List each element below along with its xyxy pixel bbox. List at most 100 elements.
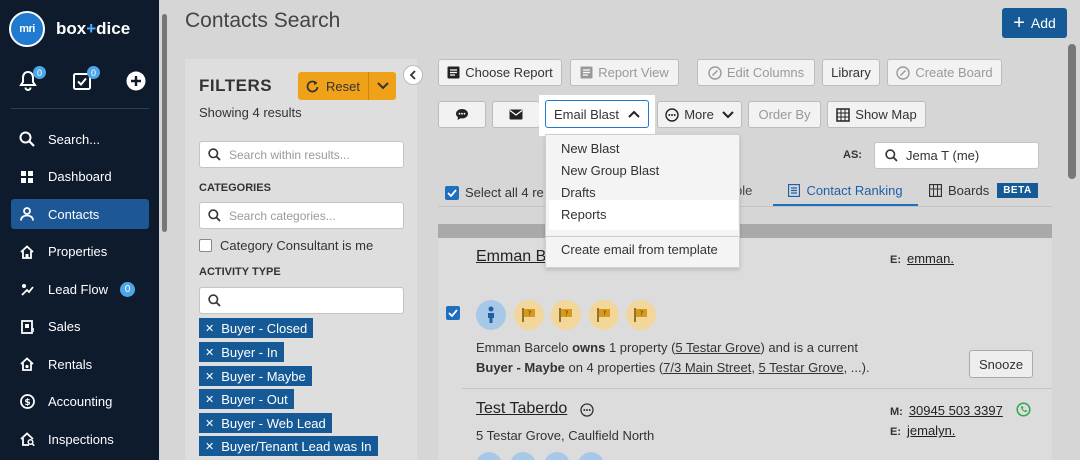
status-icon[interactable] bbox=[510, 452, 536, 460]
sidebar-item-label: Dashboard bbox=[48, 169, 112, 184]
activity-flag-icon[interactable]: ? bbox=[589, 300, 619, 330]
svg-text:?: ? bbox=[565, 310, 569, 318]
sidebar-item-label: Accounting bbox=[48, 394, 113, 409]
status-icon[interactable] bbox=[578, 452, 604, 460]
more-dots-icon[interactable] bbox=[580, 403, 594, 417]
activity-tag[interactable]: ✕ Buyer - Maybe bbox=[199, 366, 312, 386]
notifications-button[interactable]: 0 bbox=[17, 66, 46, 92]
consultant-checkbox-row[interactable]: Category Consultant is me bbox=[199, 238, 373, 253]
remove-tag-icon[interactable]: ✕ bbox=[205, 322, 214, 335]
activity-flag-icon[interactable]: ? bbox=[626, 300, 656, 330]
whatsapp-icon[interactable] bbox=[1016, 402, 1031, 417]
more-dropdown[interactable]: More bbox=[657, 101, 742, 128]
results-count: Showing 4 results bbox=[199, 105, 302, 120]
activity-tag[interactable]: ✕ Buyer - Closed bbox=[199, 318, 314, 338]
remove-tag-icon[interactable]: ✕ bbox=[205, 417, 214, 430]
sidebar-item-dashboard[interactable]: Dashboard bbox=[11, 162, 149, 192]
sidebar-item-contacts[interactable]: Contacts bbox=[11, 199, 149, 229]
sidebar-item-search[interactable]: Search... bbox=[11, 124, 149, 154]
edit-columns-button[interactable]: Edit Columns bbox=[697, 59, 815, 86]
remove-tag-icon[interactable]: ✕ bbox=[205, 440, 214, 453]
boards-icon bbox=[929, 184, 942, 197]
lead-flow-icon bbox=[19, 281, 35, 297]
activity-type-search-input[interactable] bbox=[199, 287, 404, 314]
mobile-link[interactable]: 30945 503 3397 bbox=[909, 403, 1003, 418]
search-within-results-input[interactable]: Search within results... bbox=[199, 141, 404, 168]
property-link[interactable]: 5 Testar Grove bbox=[759, 360, 844, 375]
sidebar-item-sales[interactable]: Sales bbox=[11, 312, 149, 342]
menu-item-create-from-template[interactable]: Create email from template bbox=[561, 242, 718, 257]
select-all-row[interactable]: Select all 4 re bbox=[445, 185, 544, 200]
reset-button[interactable]: Reset bbox=[298, 72, 368, 100]
search-icon bbox=[885, 149, 898, 162]
remove-tag-icon[interactable]: ✕ bbox=[205, 346, 214, 359]
activity-flag-icon[interactable]: ? bbox=[551, 300, 581, 330]
activity-type-label: ACTIVITY TYPE bbox=[199, 266, 281, 278]
consultant-checkbox[interactable] bbox=[199, 239, 212, 252]
create-board-button[interactable]: Create Board bbox=[887, 59, 1002, 86]
chevron-left-icon bbox=[409, 70, 417, 80]
collapse-filters-button[interactable] bbox=[403, 65, 423, 85]
order-by-button[interactable]: Order By bbox=[748, 101, 821, 128]
status-icon[interactable] bbox=[476, 452, 502, 460]
menu-item-reports[interactable]: Reports bbox=[561, 207, 607, 222]
reset-dropdown-button[interactable] bbox=[368, 72, 396, 100]
contact-address: 5 Testar Grove, Caulfield North bbox=[476, 428, 655, 443]
tab-boards[interactable]: Boards BETA bbox=[929, 183, 1038, 198]
sidebar-item-lead-flow[interactable]: Lead Flow 0 bbox=[11, 274, 149, 304]
contact-name-link[interactable]: Emman B bbox=[476, 248, 546, 266]
activity-flag-icon[interactable]: ? bbox=[514, 300, 544, 330]
sidebar-item-label: Properties bbox=[48, 244, 108, 259]
chevron-down-icon bbox=[722, 110, 734, 119]
lead-flow-badge: 0 bbox=[119, 281, 135, 297]
menu-item-new-group-blast[interactable]: New Group Blast bbox=[561, 163, 659, 178]
select-all-checkbox[interactable] bbox=[445, 185, 459, 200]
library-button[interactable]: Library bbox=[822, 59, 880, 86]
create-button[interactable] bbox=[125, 70, 147, 92]
contact-summary-line: Buyer - Maybe on 4 properties (7/3 Main … bbox=[476, 360, 870, 375]
search-categories-placeholder: Search categories... bbox=[229, 208, 336, 223]
categories-label: CATEGORIES bbox=[199, 182, 271, 194]
remove-tag-icon[interactable]: ✕ bbox=[205, 393, 214, 406]
report-icon bbox=[447, 66, 460, 79]
activity-tag[interactable]: ✕ Buyer - In bbox=[199, 342, 284, 362]
menu-item-new-blast[interactable]: New Blast bbox=[561, 141, 620, 156]
contact-select-checkbox[interactable] bbox=[446, 306, 460, 320]
status-icon[interactable] bbox=[544, 452, 570, 460]
add-button[interactable]: + Add bbox=[1002, 8, 1067, 38]
report-view-button[interactable]: Report View bbox=[570, 59, 679, 86]
reset-icon bbox=[306, 80, 319, 93]
snooze-button[interactable]: Snooze bbox=[969, 350, 1033, 378]
as-user-input[interactable]: Jema T (me) bbox=[874, 142, 1039, 169]
property-link[interactable]: 7/3 Main Street bbox=[663, 360, 751, 375]
person-status-icon[interactable] bbox=[476, 300, 506, 330]
activity-tag[interactable]: ✕ Buyer - Web Lead bbox=[199, 413, 332, 433]
sidebar-item-properties[interactable]: Properties bbox=[11, 237, 149, 267]
list-header-divider bbox=[438, 206, 1052, 207]
tab-contact-ranking[interactable]: Contact Ranking bbox=[773, 177, 918, 206]
sidebar-item-accounting[interactable]: $ Accounting bbox=[11, 387, 149, 417]
logo-name: box+dice bbox=[56, 19, 131, 38]
show-map-button[interactable]: Show Map bbox=[827, 101, 926, 128]
main-scrollbar[interactable] bbox=[1068, 44, 1076, 179]
remove-tag-icon[interactable]: ✕ bbox=[205, 370, 214, 383]
app-logo[interactable]: mri box+dice bbox=[9, 11, 130, 47]
activity-tag[interactable]: ✕ Buyer - Out bbox=[199, 389, 294, 409]
contact-name-link[interactable]: Test Taberdo bbox=[476, 400, 567, 418]
activity-tag[interactable]: ✕ Buyer/Tenant Lead was In bbox=[199, 436, 378, 456]
tasks-button[interactable]: 0 bbox=[71, 66, 100, 92]
email-button[interactable] bbox=[492, 101, 540, 128]
sidebar-nav: Search... Dashboard Contacts Properties … bbox=[11, 124, 149, 460]
beta-badge: BETA bbox=[997, 183, 1038, 198]
sms-button[interactable] bbox=[438, 101, 486, 128]
menu-item-drafts[interactable]: Drafts bbox=[561, 185, 596, 200]
email-blast-dropdown[interactable]: Email Blast bbox=[545, 100, 649, 128]
email-link[interactable]: jemalyn. bbox=[907, 423, 955, 438]
sidebar-item-rentals[interactable]: Rentals bbox=[11, 349, 149, 379]
property-link[interactable]: 5 Testar Grove bbox=[675, 340, 760, 355]
search-categories-input[interactable]: Search categories... bbox=[199, 202, 404, 229]
email-link[interactable]: emman. bbox=[907, 251, 954, 266]
choose-report-button[interactable]: Choose Report bbox=[438, 59, 562, 86]
sidebar-item-inspections[interactable]: Inspections bbox=[11, 424, 149, 454]
sidebar-scrollbar[interactable] bbox=[162, 14, 167, 232]
